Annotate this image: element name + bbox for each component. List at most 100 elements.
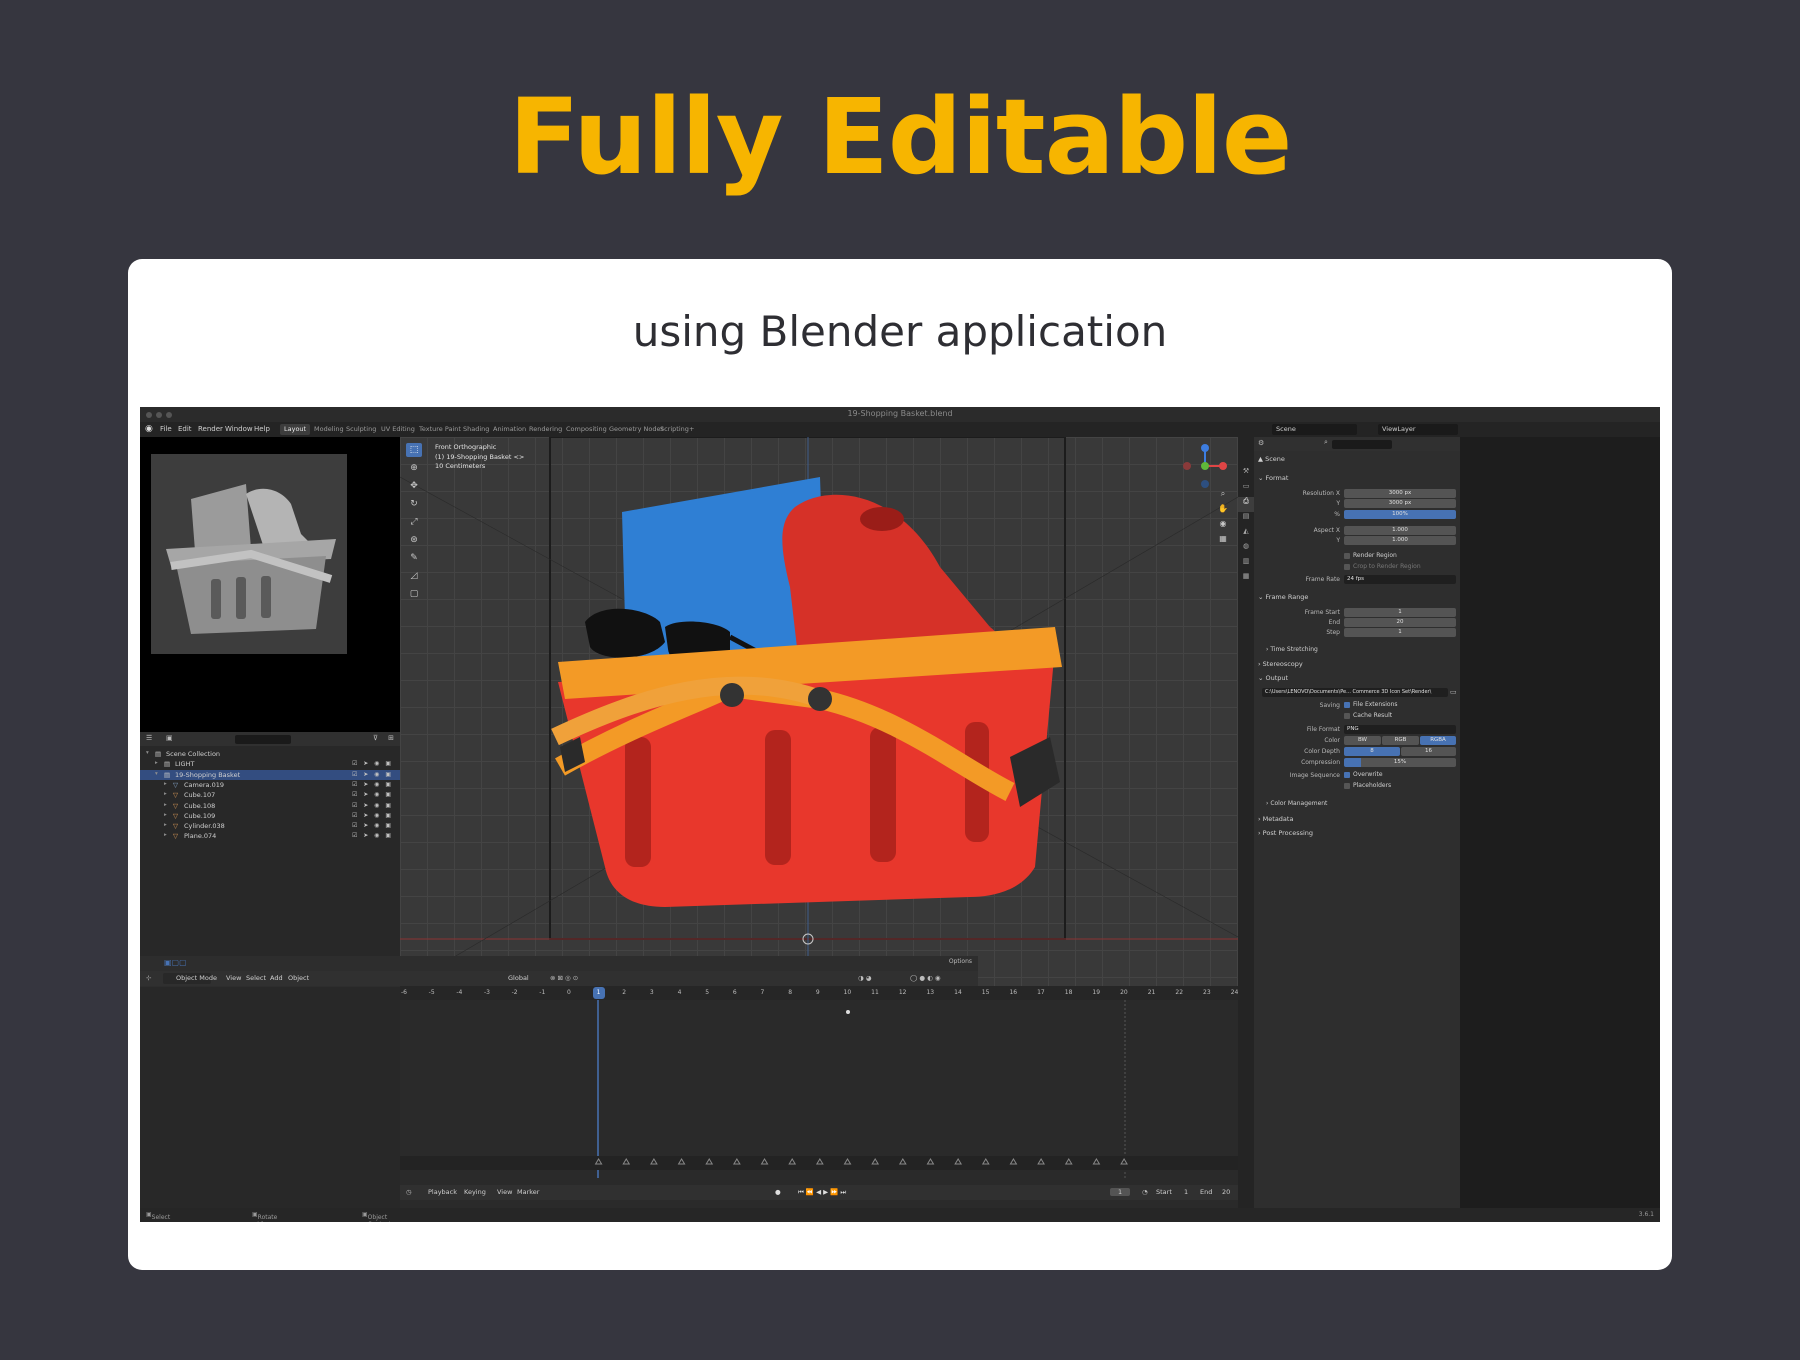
post-processing-panel-header[interactable]: › Post Processing (1258, 829, 1313, 837)
tab-rendering[interactable]: Rendering (525, 424, 566, 435)
metadata-panel-header[interactable]: › Metadata (1258, 815, 1293, 823)
menu-render[interactable]: Render (198, 425, 223, 433)
frame-end-field[interactable]: 20 (1344, 618, 1456, 627)
outliner-row[interactable]: ▸ ▽ Cube.109 ☑ ➤ ◉ ▣ (140, 811, 400, 821)
outliner-row[interactable]: ▸ ▽ Camera.019 ☑ ➤ ◉ ▣ (140, 780, 400, 790)
scene-selector[interactable]: Scene (1272, 424, 1357, 435)
render-region-checkbox[interactable]: Render Region (1344, 552, 1397, 559)
aspect-y-field[interactable]: 1.000 (1344, 536, 1456, 545)
menu-view[interactable]: View (497, 1188, 512, 1196)
tool-tab-icon[interactable]: ⚒ (1238, 467, 1254, 482)
current-frame-indicator[interactable]: 1 (592, 987, 605, 999)
menu-playback[interactable]: Playback (428, 1188, 457, 1196)
file-format-select[interactable]: PNG (1344, 725, 1456, 734)
expand-icon[interactable]: ▸ (164, 812, 167, 818)
stopwatch-icon[interactable]: ◔ (1142, 1188, 1148, 1196)
measure-icon[interactable]: ◿ (406, 569, 422, 583)
resolution-x-field[interactable]: 3000 px (1344, 489, 1456, 498)
collection-tab-icon[interactable]: ▥ (1238, 557, 1254, 572)
add-workspace-button[interactable]: + (685, 424, 698, 435)
annotate-icon[interactable]: ✎ (406, 551, 422, 565)
menu-window[interactable]: Window (225, 425, 253, 433)
ortho-grid-icon[interactable]: ▦ (1216, 534, 1230, 549)
camera-view-icon[interactable]: ◉ (1216, 519, 1230, 534)
tab-sculpting[interactable]: Sculpting (342, 424, 380, 435)
color-depth-16-option[interactable]: 16 (1401, 747, 1456, 756)
expand-icon[interactable]: ▸ (164, 822, 167, 828)
color-rgba-option[interactable]: RGBA (1420, 736, 1456, 745)
color-depth-8-option[interactable]: 8 (1344, 747, 1400, 756)
editor-type-icon[interactable]: ◷ (406, 1188, 412, 1196)
outliner-search-input[interactable] (235, 735, 291, 744)
expand-icon[interactable]: ▸ (155, 760, 158, 766)
rotate-icon[interactable]: ↻ (406, 497, 422, 511)
orientation-selector[interactable]: Global (508, 974, 529, 982)
tab-uv-editing[interactable]: UV Editing (377, 424, 419, 435)
timeline-panel[interactable]: -6 -5 -4 -3 -2 -1 0 1 2 3 4 5 6 7 8 9 10 11 12 13 14 15 16 17 18… (400, 986, 1238, 1208)
menu-view[interactable]: View (226, 974, 241, 982)
compression-slider[interactable]: 15% (1344, 758, 1456, 767)
scale-icon[interactable]: ⤢ (406, 515, 422, 529)
resolution-percent-field[interactable]: 100% (1344, 510, 1456, 519)
overlay-icon[interactable]: ◑ ◕ (858, 974, 871, 982)
menu-add[interactable]: Add (270, 974, 283, 982)
tab-compositing[interactable]: Compositing (562, 424, 611, 435)
display-mode-icon[interactable]: ▣ (166, 734, 173, 742)
frame-rate-select[interactable]: 24 fps (1344, 575, 1456, 584)
texture-tab-icon[interactable]: ▦ (1238, 572, 1254, 587)
aspect-x-field[interactable]: 1.000 (1344, 526, 1456, 535)
visibility-toggles-icon[interactable]: ☑ ➤ ◉ ▣ (352, 791, 393, 798)
outliner-row[interactable]: ▾ ▤ 19-Shopping Basket ☑ ➤ ◉ ▣ (140, 769, 400, 780)
end-frame-field[interactable]: 20 (1222, 1188, 1230, 1196)
outliner-row[interactable]: ▾ ▤ Scene Collection (140, 749, 400, 759)
transform-icon[interactable]: ⊛ (406, 533, 422, 547)
outliner-row[interactable]: ▸ ▽ Plane.074 ☑ ➤ ◉ ▣ (140, 831, 400, 841)
playback-controls-icon[interactable]: ⏮ ⏪ ◀ ▶ ⏩ ⏭ (798, 1188, 846, 1197)
blender-logo-icon[interactable]: ◉ (145, 424, 153, 434)
navigation-gizmo[interactable] (1182, 443, 1228, 489)
frame-range-panel-header[interactable]: ⌄ Frame Range (1258, 593, 1308, 601)
file-extensions-checkbox[interactable]: File Extensions (1344, 701, 1398, 708)
timeline-ruler[interactable]: -6 -5 -4 -3 -2 -1 0 1 2 3 4 5 6 7 8 9 10 11 12 13 14 15 16 17 18… (400, 986, 1238, 1000)
view-layer-tab-icon[interactable]: ▤ (1238, 512, 1254, 527)
zoom-icon[interactable]: ⌕ (1216, 489, 1230, 504)
frame-start-field[interactable]: 1 (1344, 608, 1456, 617)
record-icon[interactable]: ● (775, 1188, 781, 1196)
filter-icon[interactable]: ⊽ (373, 734, 378, 742)
expand-icon[interactable]: ▸ (164, 802, 167, 808)
select-box-icon[interactable]: ⬚ (406, 443, 422, 457)
output-path-field[interactable]: C:\Users\LENOVO\Documents\Pe... Commerce… (1262, 688, 1448, 697)
output-panel-header[interactable]: ⌄ Output (1258, 674, 1288, 682)
options-button[interactable]: Options (949, 958, 972, 965)
editor-type-icon[interactable]: ⊹ (146, 974, 151, 982)
selection-mode-icon[interactable]: ▣▢▢ (164, 958, 187, 967)
start-frame-field[interactable]: 1 (1184, 1188, 1188, 1196)
menu-marker[interactable]: Marker (517, 1188, 539, 1196)
menu-edit[interactable]: Edit (178, 425, 192, 433)
visibility-toggles-icon[interactable]: ☑ ➤ ◉ ▣ (352, 822, 393, 829)
time-stretching-subpanel[interactable]: › Time Stretching (1266, 646, 1318, 653)
visibility-toggles-icon[interactable]: ☑ ➤ ◉ ▣ (352, 771, 393, 778)
expand-icon[interactable]: ▾ (155, 771, 158, 777)
outliner-row[interactable]: ▸ ▽ Cylinder.038 ☑ ➤ ◉ ▣ (140, 821, 400, 831)
move-icon[interactable]: ✥ (406, 479, 422, 493)
outliner-row[interactable]: ▸ ▽ Cube.107 ☑ ➤ ◉ ▣ (140, 790, 400, 800)
scene-tab-icon[interactable]: ◭ (1238, 527, 1254, 542)
color-bw-option[interactable]: BW (1344, 736, 1381, 745)
tab-animation[interactable]: Animation (489, 424, 530, 435)
editor-type-icon[interactable]: ⚙ (1258, 439, 1264, 447)
folder-icon[interactable]: ▭ (1450, 688, 1457, 696)
view-layer-selector[interactable]: ViewLayer (1378, 424, 1458, 435)
frame-step-field[interactable]: 1 (1344, 628, 1456, 637)
menu-keying[interactable]: Keying (464, 1188, 486, 1196)
visibility-toggles-icon[interactable]: ☑ ➤ ◉ ▣ (352, 760, 393, 767)
placeholders-checkbox[interactable]: Placeholders (1344, 782, 1391, 789)
expand-icon[interactable]: ▸ (164, 832, 167, 838)
cache-result-checkbox[interactable]: Cache Result (1344, 712, 1392, 719)
visibility-toggles-icon[interactable]: ☑ ➤ ◉ ▣ (352, 832, 393, 839)
tab-layout[interactable]: Layout (280, 424, 311, 435)
expand-icon[interactable]: ▸ (164, 781, 167, 787)
pan-icon[interactable]: ✋ (1216, 504, 1230, 519)
render-tab-icon[interactable]: ▭ (1238, 482, 1254, 497)
expand-icon[interactable]: ▸ (164, 791, 167, 797)
